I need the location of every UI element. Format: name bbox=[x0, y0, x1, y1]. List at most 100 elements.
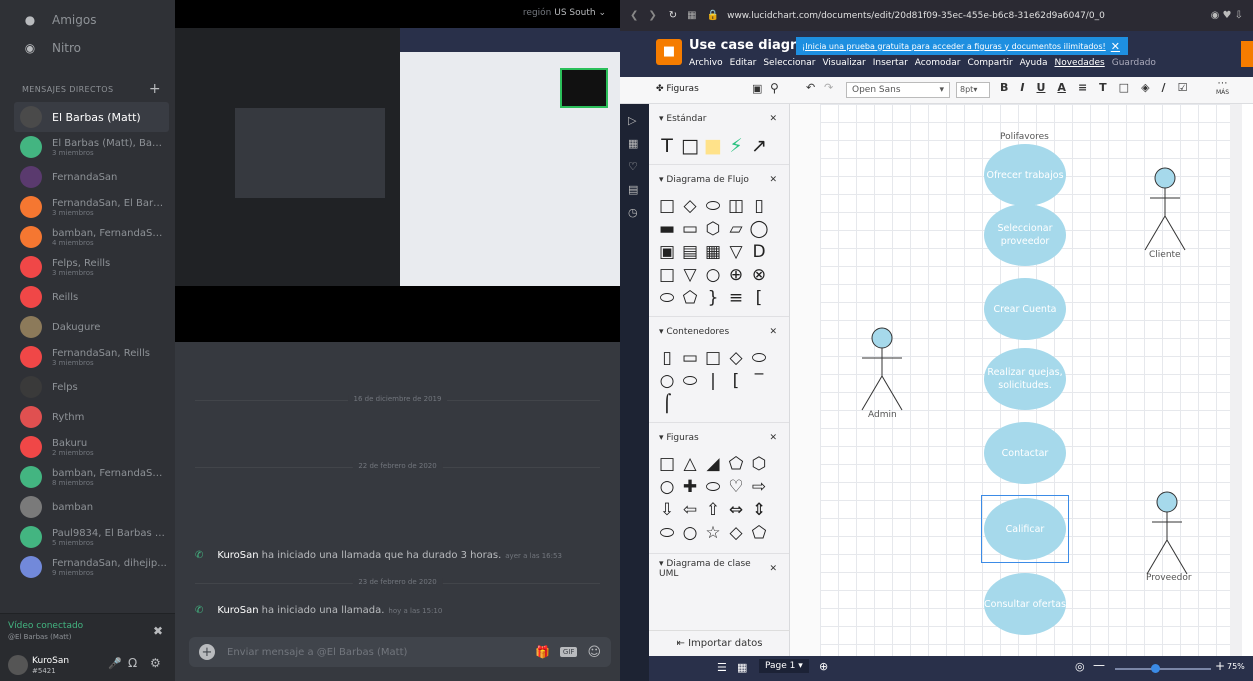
actor-admin-figure[interactable] bbox=[857, 326, 907, 414]
dm-item[interactable]: bamban, FernandaSa... 4 miembros bbox=[14, 222, 169, 252]
dm-item[interactable]: Paul9834, El Barbas (... 5 miembros bbox=[14, 522, 169, 552]
dm-item[interactable]: bamban, FernandaSa... 8 miembros bbox=[14, 462, 169, 492]
align-icon[interactable]: ≡ bbox=[1078, 81, 1087, 94]
usecase-crear-cuenta[interactable]: Crear Cuenta bbox=[984, 278, 1066, 340]
add-page-icon[interactable]: ⊕ bbox=[819, 660, 828, 673]
zoom-out-button[interactable]: — bbox=[1093, 658, 1105, 672]
section-standard[interactable]: ▾ Estándar ✕ bbox=[649, 104, 789, 134]
dm-item[interactable]: El Barbas (Matt), Bak... 3 miembros bbox=[14, 132, 169, 162]
message-input[interactable]: Enviar mensaje a @El Barbas (Matt) bbox=[227, 647, 407, 658]
undo-icon[interactable]: ↶ bbox=[806, 81, 815, 94]
canvas-scrollbar[interactable] bbox=[1230, 104, 1242, 656]
diagram-title[interactable]: Polifavores bbox=[1000, 132, 1049, 142]
dm-item[interactable]: bamban bbox=[14, 492, 169, 522]
actor-proveedor-label[interactable]: Proveedor bbox=[1146, 573, 1192, 583]
menu-item[interactable]: Ayuda bbox=[1020, 58, 1048, 68]
figure-shapes[interactable]: □ △ ◢ ⬠ ⬡ ○ ✚ ⬭ ♡ ⇨ ⇩ ⇦ ⇧ ⇔ ⇕ ⬭ ○ ☆ ◇ ⬠ bbox=[649, 452, 789, 545]
speed-dial-icon[interactable]: ▦ bbox=[687, 10, 696, 21]
zoom-handle[interactable] bbox=[1151, 664, 1160, 673]
dm-item[interactable]: Rythm bbox=[14, 402, 169, 432]
close-icon[interactable]: ✕ bbox=[769, 114, 777, 124]
close-icon[interactable]: ✕ bbox=[769, 433, 777, 443]
comment-icon[interactable]: ☑ bbox=[1178, 81, 1188, 94]
font-size-select[interactable]: 8pt▾ bbox=[956, 82, 990, 98]
menu-item[interactable]: Visualizar bbox=[822, 58, 865, 68]
close-icon[interactable]: ✕ bbox=[769, 327, 777, 337]
page-tab[interactable]: Page 1 ▾ bbox=[759, 659, 809, 673]
menu-item[interactable]: Guardado bbox=[1112, 58, 1156, 68]
list-view-icon[interactable]: ☰ bbox=[717, 661, 727, 674]
zoom-fit-icon[interactable]: ◎ bbox=[1075, 660, 1085, 673]
line-icon[interactable]: ∕ bbox=[1162, 81, 1166, 94]
dm-item[interactable]: FernandaSan, El Barb... 3 miembros bbox=[14, 192, 169, 222]
folder-icon[interactable]: ■ bbox=[656, 39, 682, 65]
font-select[interactable]: Open Sans ▾ bbox=[846, 82, 950, 98]
dm-item[interactable]: FernandaSan, dihejip... 9 miembros bbox=[14, 552, 169, 582]
actor-cliente-figure[interactable] bbox=[1140, 166, 1190, 256]
more-button[interactable]: ⋯ MÁS bbox=[1216, 79, 1229, 97]
disconnect-icon[interactable]: ✖ bbox=[153, 624, 163, 638]
search-shapes-icon[interactable]: ⚲ bbox=[770, 81, 779, 95]
flowchart-shapes[interactable]: □ ◇ ⬭ ◫ ▯ ▬ ▭ ⬡ ▱ ◯ ▣ ▤ ▦ ▽ D □ ▽ ○ ⊕ ⊗ ⬭ ⬠} ≡[ bbox=[649, 194, 789, 310]
diagram-canvas[interactable]: Polifavores Ofrecer trabajos Seleccionar… bbox=[820, 104, 1242, 656]
settings-gear-icon[interactable]: ⚙ bbox=[150, 656, 161, 670]
text-options-icon[interactable]: T bbox=[1099, 81, 1107, 94]
headphones-icon[interactable]: Ω bbox=[128, 656, 137, 670]
actor-proveedor-figure[interactable] bbox=[1142, 490, 1192, 578]
video-tile[interactable] bbox=[560, 68, 608, 108]
close-icon[interactable]: ✕ bbox=[769, 175, 777, 185]
menu-item[interactable]: Seleccionar bbox=[763, 58, 815, 68]
history-icon[interactable]: ◷ bbox=[628, 206, 649, 219]
import-data-button[interactable]: ⇤ Importar datos bbox=[649, 630, 790, 656]
avatar[interactable] bbox=[8, 655, 28, 675]
dm-item[interactable]: FernandaSan, Reills 3 miembros bbox=[14, 342, 169, 372]
usecase-contactar[interactable]: Contactar bbox=[984, 422, 1066, 484]
speed-dial-side-icon[interactable]: ▦ bbox=[628, 137, 649, 150]
orange-side-tab[interactable] bbox=[1241, 41, 1253, 67]
browser-actions-icon[interactable]: ◉ ♥ ⇩ bbox=[1211, 10, 1243, 21]
region-selector[interactable]: región US South ⌄ bbox=[523, 8, 606, 18]
menu-item[interactable]: Editar bbox=[730, 58, 757, 68]
text-color-button[interactable]: A bbox=[1057, 81, 1066, 94]
dm-item[interactable]: El Barbas (Matt) bbox=[14, 102, 169, 132]
forward-icon[interactable]: ❯ bbox=[648, 10, 656, 21]
menu-item[interactable]: Acomodar bbox=[915, 58, 961, 68]
mic-icon[interactable]: 🎤 bbox=[108, 657, 122, 670]
selection-box[interactable] bbox=[981, 495, 1069, 563]
message-composer[interactable]: + Enviar mensaje a @El Barbas (Matt) 🎁 G… bbox=[189, 637, 611, 667]
close-icon[interactable]: ✕ bbox=[1111, 40, 1120, 53]
gift-icon[interactable]: 🎁 bbox=[535, 645, 550, 659]
menu-item[interactable]: Compartir bbox=[967, 58, 1012, 68]
shape-icon[interactable]: □ bbox=[1119, 81, 1129, 94]
dm-item[interactable]: Dakugure bbox=[14, 312, 169, 342]
dm-item[interactable]: FernandaSan bbox=[14, 162, 169, 192]
menu-item[interactable]: Insertar bbox=[873, 58, 908, 68]
address-bar[interactable]: www.lucidchart.com/documents/edit/20d81f… bbox=[727, 11, 1105, 21]
usecase-ofrecer-trabajos[interactable]: Ofrecer trabajos bbox=[984, 144, 1066, 206]
image-icon[interactable]: ▣ bbox=[752, 82, 762, 95]
close-icon[interactable]: ✕ bbox=[769, 564, 777, 574]
italic-button[interactable]: I bbox=[1020, 81, 1024, 94]
dm-item[interactable]: Felps bbox=[14, 372, 169, 402]
usecase-seleccionar-proveedor[interactable]: Seleccionar proveedor bbox=[984, 204, 1066, 266]
grid-view-icon[interactable]: ▦ bbox=[737, 661, 747, 674]
dm-item[interactable]: Reills bbox=[14, 282, 169, 312]
nav-friends[interactable]: ● Amigos bbox=[0, 6, 175, 34]
usecase-realizar-quejas[interactable]: Realizar quejas, solicitudes. bbox=[984, 348, 1066, 410]
actor-cliente-label[interactable]: Cliente bbox=[1149, 250, 1181, 260]
standard-shapes[interactable]: T □ ■ ⚡ ↗ bbox=[649, 134, 789, 158]
gif-button[interactable]: GIF bbox=[559, 647, 578, 657]
section-flowchart[interactable]: ▾ Diagrama de Flujo ✕ bbox=[649, 164, 789, 194]
container-shapes[interactable]: ▯ ▭ □ ◇ ⬭ ○ ⬭ |[‾ ⌠ bbox=[649, 346, 789, 416]
zoom-in-button[interactable]: + bbox=[1215, 659, 1225, 673]
menu-item[interactable]: Archivo bbox=[689, 58, 723, 68]
bold-button[interactable]: B bbox=[1000, 81, 1008, 94]
redo-icon[interactable]: ↷ bbox=[824, 81, 833, 94]
section-uml-class[interactable]: ▾ Diagrama de clase UML ✕ bbox=[649, 553, 789, 583]
reload-icon[interactable]: ↻ bbox=[669, 10, 677, 21]
zoom-slider[interactable] bbox=[1115, 664, 1211, 673]
emoji-icon[interactable]: ☺ bbox=[587, 645, 601, 660]
actor-admin-label[interactable]: Admin bbox=[868, 410, 897, 420]
attach-plus-icon[interactable]: + bbox=[199, 644, 215, 660]
notes-icon[interactable]: ▤ bbox=[628, 183, 649, 196]
